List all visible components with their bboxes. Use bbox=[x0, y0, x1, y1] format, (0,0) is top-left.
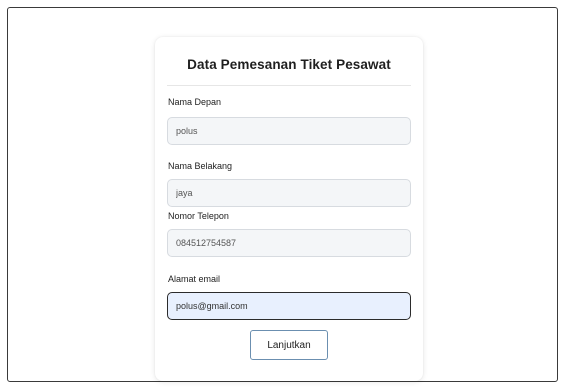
last-name-label: Nama Belakang bbox=[168, 161, 233, 171]
title-divider bbox=[167, 85, 411, 86]
last-name-input[interactable] bbox=[167, 179, 411, 207]
continue-button[interactable]: Lanjutkan bbox=[250, 330, 328, 360]
email-label: Alamat email bbox=[168, 274, 221, 284]
phone-input[interactable] bbox=[167, 229, 411, 257]
booking-form-card: Data Pemesanan Tiket Pesawat Nama Depan … bbox=[155, 37, 423, 381]
form-title: Data Pemesanan Tiket Pesawat bbox=[187, 57, 391, 72]
email-input[interactable] bbox=[167, 292, 411, 320]
first-name-label: Nama Depan bbox=[168, 97, 222, 107]
phone-label: Nomor Telepon bbox=[168, 211, 229, 221]
first-name-input[interactable] bbox=[167, 117, 411, 145]
